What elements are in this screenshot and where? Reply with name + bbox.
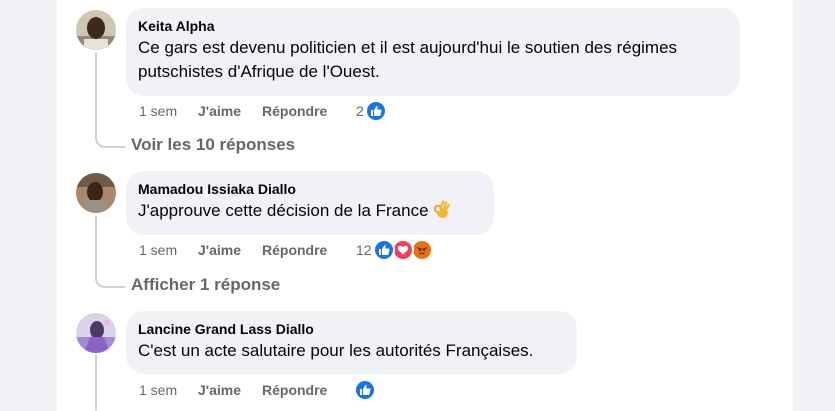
reaction-count[interactable]: 2: [356, 103, 364, 119]
comment-text-body: J'approuve cette décision de la France: [138, 201, 429, 220]
comment-timestamp[interactable]: 1 sem: [139, 103, 198, 119]
like-icon[interactable]: [372, 239, 395, 261]
thread-elbow: [95, 274, 125, 288]
comment-author[interactable]: Mamadou Issiaka Diallo: [138, 180, 482, 198]
comment-actions: 1 sem J'aime Répondre 12: [139, 239, 433, 261]
comment-author[interactable]: Keita Alpha: [138, 17, 728, 35]
like-button[interactable]: J'aime: [198, 103, 262, 119]
comment-actions: 1 sem J'aime Répondre: [139, 379, 376, 401]
avatar-photo: [76, 313, 116, 353]
avatar[interactable]: [76, 313, 116, 353]
comment-text: J'approuve cette décision de la France: [138, 199, 482, 226]
comment-timestamp[interactable]: 1 sem: [139, 382, 198, 398]
comment-author[interactable]: Lancine Grand Lass Diallo: [138, 320, 565, 338]
like-button[interactable]: J'aime: [198, 382, 262, 398]
comment-bubble: Lancine Grand Lass Diallo C'est un acte …: [126, 311, 577, 374]
reply-button[interactable]: Répondre: [262, 382, 356, 398]
reaction-count[interactable]: 12: [356, 242, 372, 258]
thread-line: [95, 354, 97, 411]
reply-button[interactable]: Répondre: [262, 103, 356, 119]
thread-elbow: [95, 134, 125, 148]
avatar[interactable]: [76, 173, 116, 213]
like-button[interactable]: J'aime: [198, 242, 262, 258]
ok-hand-icon: [433, 200, 450, 226]
like-icon[interactable]: [354, 379, 376, 401]
comments-panel: Keita Alpha Ce gars est devenu politicie…: [57, 0, 793, 411]
comment-text: C'est un acte salutaire pour les autorit…: [138, 341, 534, 360]
view-replies-link[interactable]: Voir les 10 réponses: [131, 135, 295, 155]
reply-button[interactable]: Répondre: [262, 242, 356, 258]
love-icon[interactable]: [391, 239, 414, 261]
comment-text: Ce gars est devenu politicien et il est …: [138, 38, 678, 81]
avatar-photo: [76, 173, 116, 213]
comment-timestamp[interactable]: 1 sem: [139, 242, 198, 258]
comment-actions: 1 sem J'aime Répondre 2: [139, 100, 387, 122]
thread-line: [95, 216, 97, 274]
angry-icon[interactable]: [410, 239, 433, 261]
avatar-photo: [76, 10, 116, 50]
comment-bubble: Keita Alpha Ce gars est devenu politicie…: [126, 8, 740, 96]
like-icon[interactable]: [364, 100, 387, 122]
avatar[interactable]: [76, 10, 116, 50]
comment-bubble: Mamadou Issiaka Diallo J'approuve cette …: [126, 171, 494, 235]
thread-line: [95, 52, 97, 134]
view-replies-link[interactable]: Afficher 1 réponse: [131, 275, 280, 295]
